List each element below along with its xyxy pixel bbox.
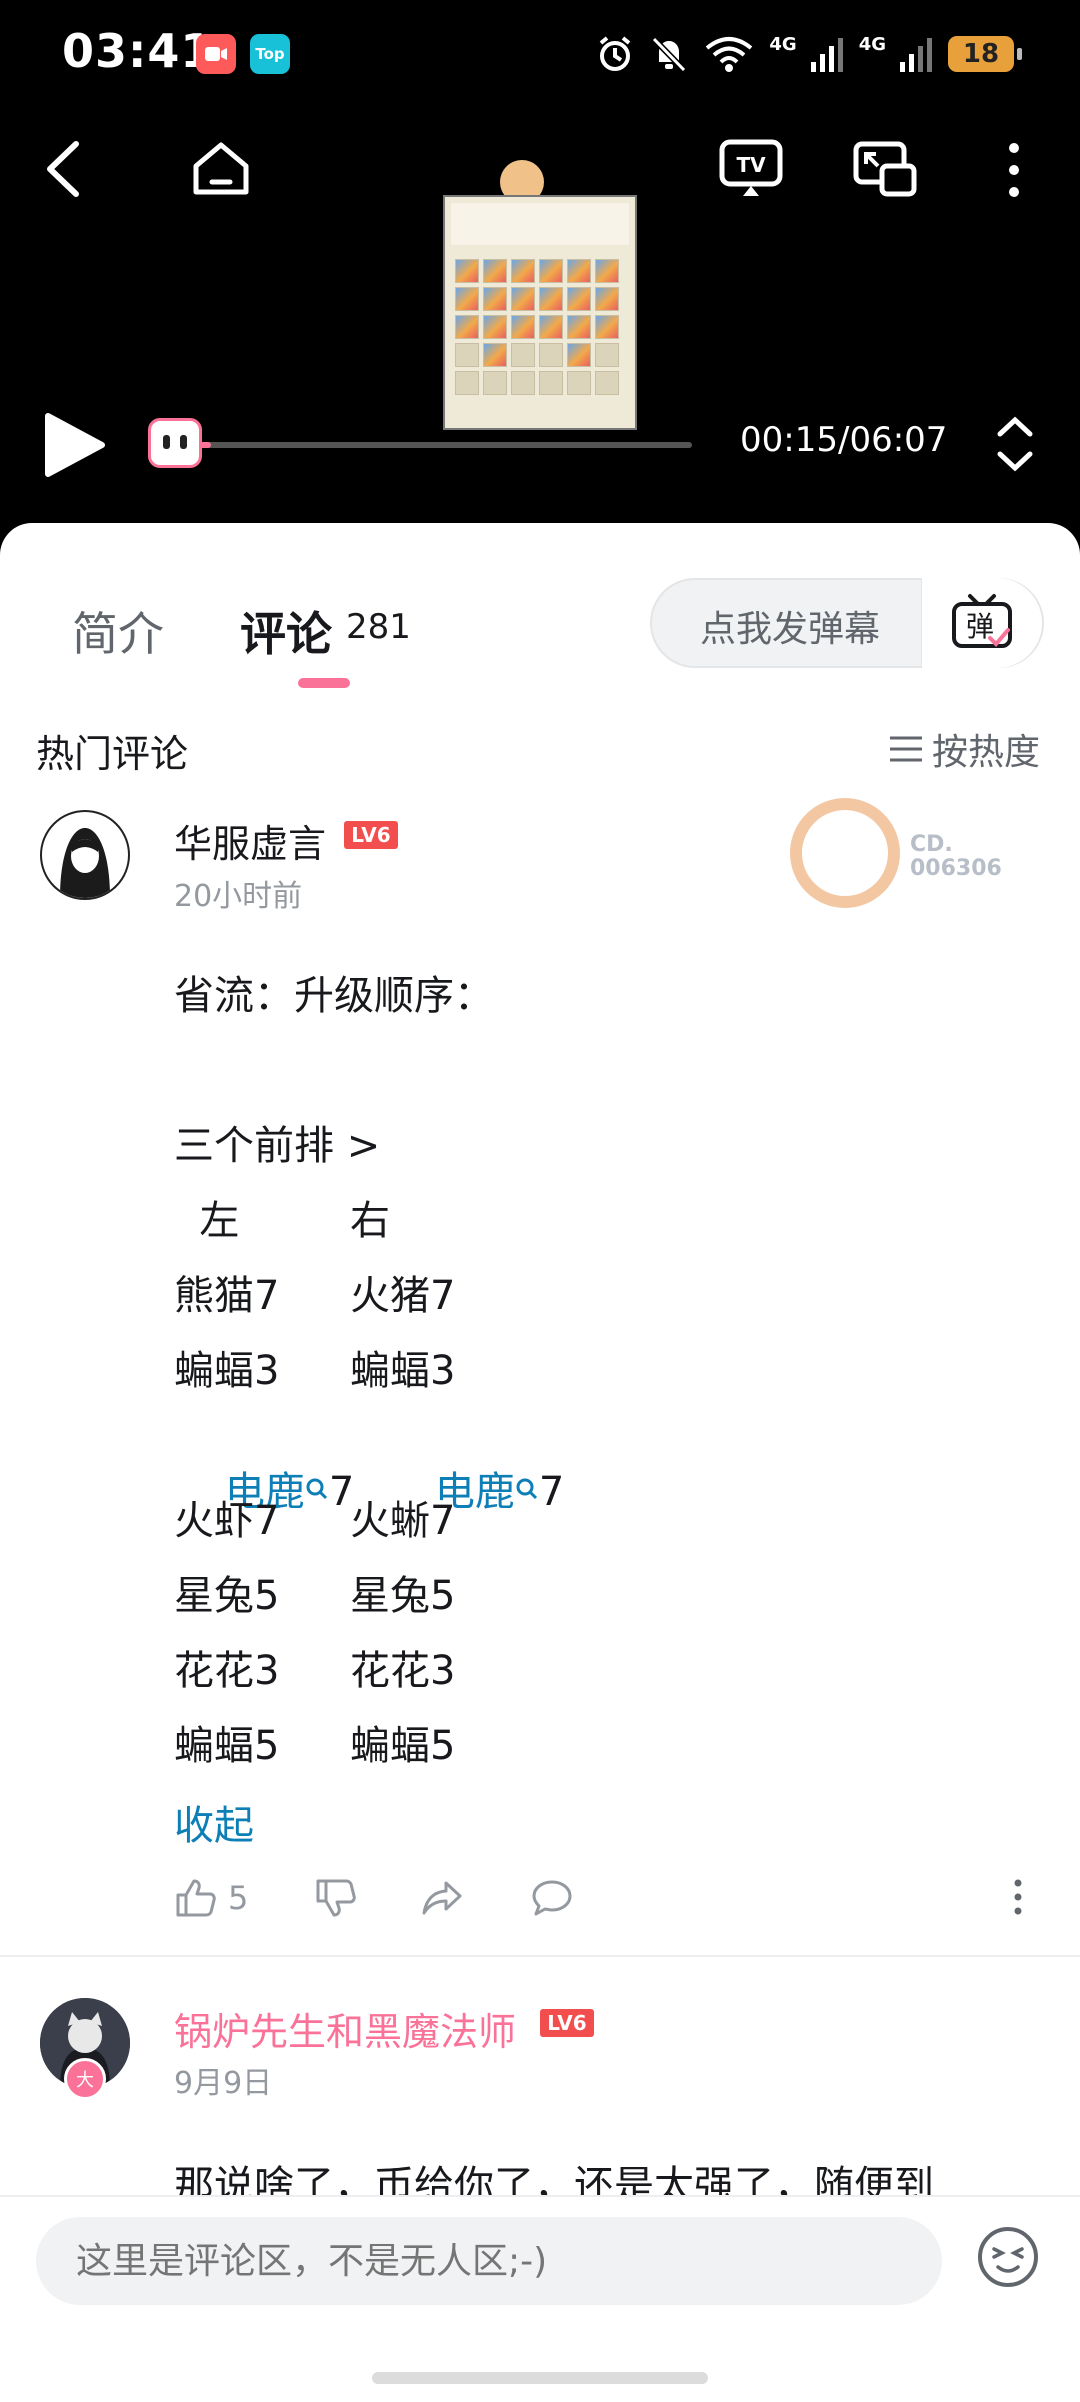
screen-record-icon	[196, 34, 236, 74]
emoji-icon[interactable]	[976, 2225, 1040, 2289]
picture-in-picture-icon[interactable]	[852, 140, 918, 198]
dislike-button[interactable]	[314, 1877, 358, 1919]
comment-input-bar	[0, 2195, 1080, 2402]
video-frame-grid	[455, 259, 627, 395]
progress-track[interactable]	[190, 442, 692, 448]
share-icon	[422, 1881, 462, 1915]
comment-text-line: 花花3	[350, 1648, 456, 1694]
thumbs-up-icon	[176, 1879, 216, 1917]
like-button[interactable]: 5	[174, 1877, 248, 1919]
danmaku-placeholder: 点我发弹幕	[700, 609, 881, 650]
comment-text-line: 火猪7	[350, 1273, 456, 1319]
status-bar: 03:41 Top 4G 4G 18	[0, 0, 1080, 110]
avatar[interactable]	[40, 810, 130, 900]
tab-indicator	[298, 678, 350, 688]
comment-username[interactable]: 锅炉先生和黑魔法师	[174, 2001, 516, 2056]
tv-cast-icon[interactable]: TV	[718, 138, 784, 200]
level-badge: LV6	[540, 2009, 594, 2037]
fan-medal-code: CD. 006306	[910, 832, 1002, 881]
comment-count: 281	[346, 607, 411, 647]
video-frame[interactable]	[443, 195, 637, 430]
share-button[interactable]	[420, 1877, 464, 1919]
comment-text-line: 蝙蝠5	[174, 1723, 280, 1769]
comment-input[interactable]	[36, 2217, 942, 2305]
back-arrow-icon[interactable]	[40, 138, 86, 200]
search-icon[interactable]	[305, 1477, 329, 1505]
tab-intro[interactable]: 简介	[72, 598, 164, 664]
comment-text-line: 三个前排 >	[174, 1123, 381, 1169]
status-icons: 4G 4G 18	[595, 30, 1022, 78]
signal-icon-2	[900, 38, 932, 72]
play-icon[interactable]	[40, 410, 110, 480]
comment-text-line: 火蜥7	[350, 1498, 456, 1544]
tab-comments[interactable]: 评论	[240, 598, 332, 664]
reply-button[interactable]	[530, 1877, 574, 1919]
alarm-icon	[600, 36, 631, 71]
search-icon[interactable]	[515, 1477, 539, 1505]
more-vertical-icon	[1014, 1879, 1022, 1915]
status-time: 03:41	[62, 24, 214, 78]
battery-indicator: 18	[948, 36, 1022, 72]
comment-text-line: 右	[350, 1198, 390, 1244]
signal-icon-1	[810, 38, 843, 72]
vip-badge: 大	[64, 2058, 106, 2100]
more-vertical-icon[interactable]	[1002, 140, 1026, 200]
level-badge: LV6	[344, 821, 398, 849]
danmaku-icon: 弹	[952, 594, 1012, 648]
comment-time: 20小时前	[174, 879, 303, 914]
collapse-button[interactable]: 收起	[174, 1793, 254, 1851]
sort-label: 按热度	[931, 732, 1040, 773]
network-label-2: 4G	[858, 33, 886, 55]
video-frame-header	[451, 203, 629, 245]
home-icon[interactable]	[190, 140, 252, 198]
hot-comments-title: 热门评论	[36, 732, 189, 776]
mute-bell-icon	[652, 36, 687, 73]
comment-text-line: 蝙蝠5	[350, 1723, 456, 1769]
comment-text-line: 左	[174, 1198, 240, 1244]
comment-text-line: 花花3	[174, 1648, 280, 1694]
sort-by-hot-button[interactable]: 按热度	[888, 723, 1040, 775]
thumbs-down-icon	[316, 1879, 356, 1917]
top-app-badge: Top	[250, 34, 290, 74]
comment-time: 9月9日	[174, 2066, 273, 2101]
svg-text:TV: TV	[736, 153, 766, 177]
comment-text-line: 火虾7	[174, 1498, 280, 1544]
wifi-icon	[706, 37, 753, 72]
danmaku-send-button[interactable]: 弹	[921, 578, 1042, 668]
danmaku-input[interactable]: 点我发弹幕 弹	[650, 578, 1044, 668]
comment-text-line: 省流：升级顺序：	[174, 973, 494, 1019]
comment-bubble-icon	[532, 1880, 572, 1916]
comment-text-line: 蝙蝠3	[174, 1348, 280, 1394]
comment-divider	[0, 1955, 1080, 1957]
progress-thumb-tv-icon[interactable]	[148, 418, 202, 468]
comment-text-line: 星兔5	[350, 1573, 456, 1619]
network-label-1: 4G	[769, 33, 797, 55]
comments-panel: 简介 评论 281 点我发弹幕 弹 热门评论 按热度 华服虚言 LV6 20小时…	[0, 523, 1080, 2400]
comment-username[interactable]: 华服虚言	[174, 813, 326, 868]
comment-text-line: 星兔5	[174, 1573, 280, 1619]
fullscreen-icon[interactable]	[994, 412, 1036, 476]
sort-lines-icon	[889, 736, 922, 762]
like-count: 5	[228, 1879, 249, 1917]
comment-text-line: 蝙蝠3	[350, 1348, 456, 1394]
fan-medal-badge	[790, 798, 900, 908]
comment-more-button[interactable]	[1010, 1877, 1026, 1917]
comment-text-line: 熊猫7	[174, 1273, 280, 1319]
home-indicator	[372, 2372, 708, 2384]
playback-time: 00:15/06:07	[740, 420, 948, 460]
